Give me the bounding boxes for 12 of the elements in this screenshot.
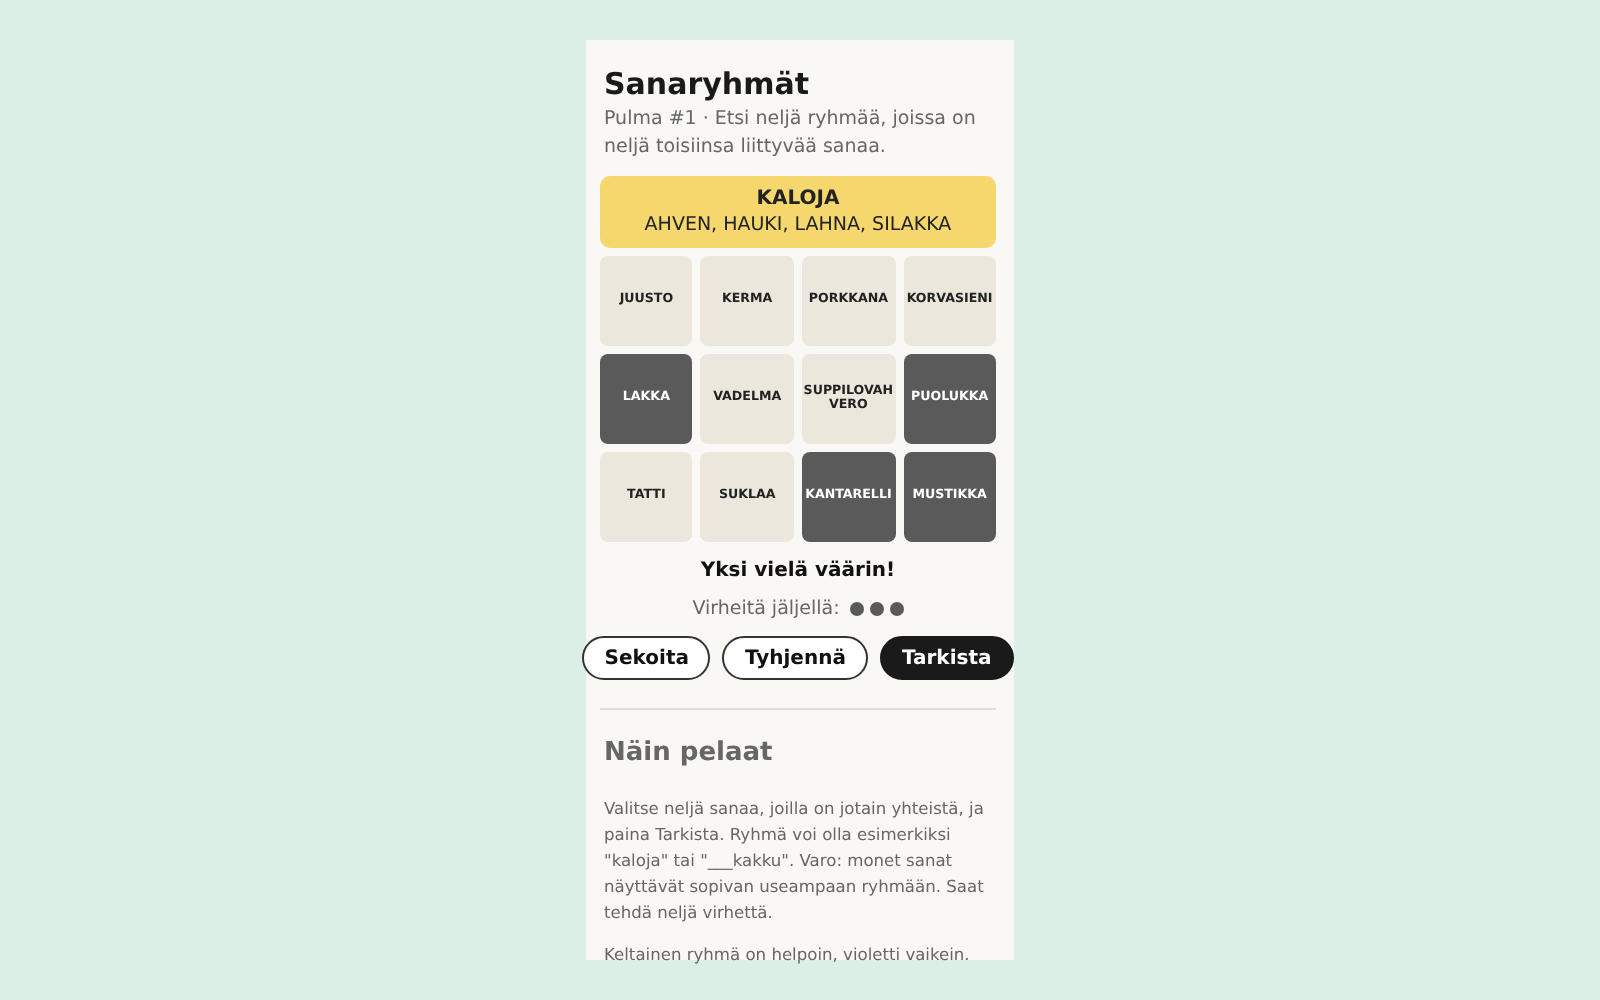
game-title: Sanaryhmät [604, 66, 812, 102]
puzzle-subtitle: Pulma #1 · Etsi neljä ryhmää, joissa on neljä toisiinsa liittyvää sanaa. [604, 106, 978, 162]
help-paragraph: Keltainen ryhmä on helpoin, violetti vaikein. [604, 942, 972, 968]
group-name: KALOJA [754, 188, 842, 210]
group-words: AHVEN, HAUKI, LAHNA, SILAKKA [642, 214, 954, 236]
feedback-message: Yksi vielä väärin! [698, 560, 898, 582]
action-button[interactable]: Tyhjennä [722, 636, 868, 680]
action-button[interactable]: Sekoita [582, 636, 711, 680]
help-paragraph: Valitse neljä sanaa, joilla on jotain yhteistä, ja paina Tarkista. Ryhmä voi olla esimerkiksi "kaloja" tai "___kakku". Varo: monet sanat näyttävät sopivan useampaan ryhmään. Saat tehdä neljä virhettä. [604, 796, 986, 926]
action-button[interactable]: Tarkista [879, 636, 1014, 680]
mistakes-label: Virheitä jäljellä: [692, 598, 840, 620]
help-heading: Näin pelaat [604, 738, 775, 768]
